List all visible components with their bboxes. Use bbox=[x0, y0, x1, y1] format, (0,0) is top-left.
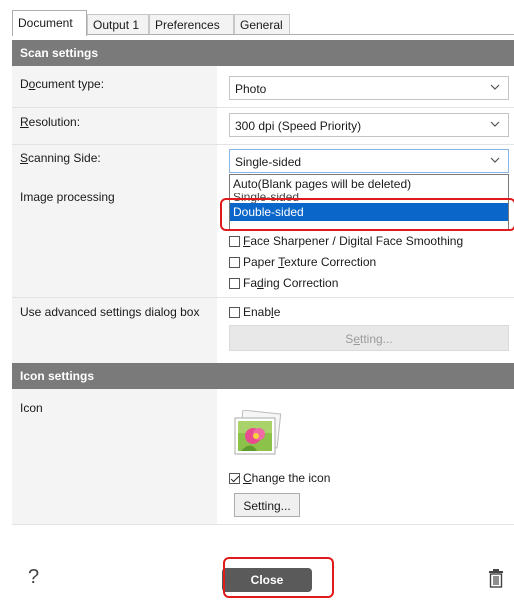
tab-document[interactable]: Document bbox=[12, 10, 87, 36]
tab-preferences[interactable]: Preferences bbox=[149, 14, 234, 35]
face-sharpener-text: Face Sharpener / Digital Face Smoothing bbox=[243, 234, 464, 248]
tab-general[interactable]: General bbox=[234, 14, 290, 35]
change-icon-text: Change the icon bbox=[243, 471, 331, 485]
tab-general-label: General bbox=[240, 18, 283, 32]
chevron-down-icon bbox=[490, 117, 500, 131]
face-sharpener-option[interactable]: Face Sharpener / Digital Face Smoothing bbox=[229, 234, 463, 248]
photo-icon bbox=[231, 409, 283, 458]
tab-document-label: Document bbox=[18, 16, 73, 30]
tab-bar: Document Output 1 Preferences General bbox=[12, 10, 312, 36]
paper-texture-text: Paper Texture Correction bbox=[243, 255, 377, 269]
dropdown-option-double-sided[interactable]: Double-sided bbox=[230, 203, 508, 221]
dropdown-option-single-sided[interactable]: Single-sided bbox=[230, 193, 508, 203]
document-panel: Scan settings Document type: Photo Resol… bbox=[12, 35, 514, 600]
scanning-side-label: Scanning Side: bbox=[20, 151, 101, 165]
resolution-select[interactable]: 300 dpi (Speed Priority) bbox=[229, 113, 509, 137]
document-type-select[interactable]: Photo bbox=[229, 76, 509, 100]
fading-correction-checkbox[interactable] bbox=[229, 277, 240, 289]
row-divider bbox=[12, 297, 514, 298]
change-icon-option[interactable]: Change the icon bbox=[229, 471, 330, 485]
scanning-side-select[interactable]: Single-sided bbox=[229, 149, 509, 173]
fading-correction-option[interactable]: Fading Correction bbox=[229, 276, 338, 290]
close-button[interactable]: Close bbox=[222, 568, 312, 592]
enable-advanced-option[interactable]: Enable bbox=[229, 305, 280, 319]
paper-texture-option[interactable]: Paper Texture Correction bbox=[229, 255, 376, 269]
advanced-settings-label: Use advanced settings dialog box bbox=[20, 305, 200, 319]
paper-texture-checkbox[interactable] bbox=[229, 256, 240, 268]
row-divider bbox=[12, 524, 514, 525]
trash-icon[interactable] bbox=[488, 568, 504, 591]
image-processing-label: Image processing bbox=[20, 190, 115, 204]
dropdown-option-auto[interactable]: Auto(Blank pages will be deleted) bbox=[230, 175, 508, 193]
advanced-setting-button[interactable]: Setting... bbox=[229, 325, 509, 351]
face-sharpener-checkbox[interactable] bbox=[229, 235, 240, 247]
tab-output-1-label: Output 1 bbox=[93, 18, 140, 32]
chevron-down-icon bbox=[490, 153, 500, 167]
scan-settings-header: Scan settings bbox=[12, 40, 514, 66]
enable-advanced-checkbox[interactable] bbox=[229, 306, 240, 318]
scanning-side-value: Single-sided bbox=[235, 155, 302, 169]
resolution-label: Resolution: bbox=[20, 115, 81, 129]
resolution-value: 300 dpi (Speed Priority) bbox=[235, 119, 362, 133]
icon-settings-label-column bbox=[12, 389, 217, 524]
icon-settings-header: Icon settings bbox=[12, 363, 514, 389]
tab-preferences-label: Preferences bbox=[155, 18, 220, 32]
tab-output-1[interactable]: Output 1 bbox=[87, 14, 149, 35]
scanning-side-dropdown: Auto(Blank pages will be deleted) Single… bbox=[229, 174, 509, 230]
document-type-value: Photo bbox=[235, 82, 267, 96]
enable-advanced-text: Enable bbox=[243, 305, 281, 319]
document-type-label: Document type: bbox=[20, 77, 105, 91]
advanced-setting-button-label: Setting... bbox=[345, 332, 393, 346]
icon-label: Icon bbox=[20, 401, 43, 415]
help-icon[interactable]: ? bbox=[28, 566, 39, 589]
chevron-down-icon bbox=[490, 80, 500, 94]
row-divider bbox=[12, 144, 514, 145]
icon-setting-button[interactable]: Setting... bbox=[234, 493, 300, 517]
fading-correction-text: Fading Correction bbox=[243, 276, 339, 290]
row-divider bbox=[12, 107, 514, 108]
change-icon-checkbox[interactable] bbox=[229, 472, 240, 484]
